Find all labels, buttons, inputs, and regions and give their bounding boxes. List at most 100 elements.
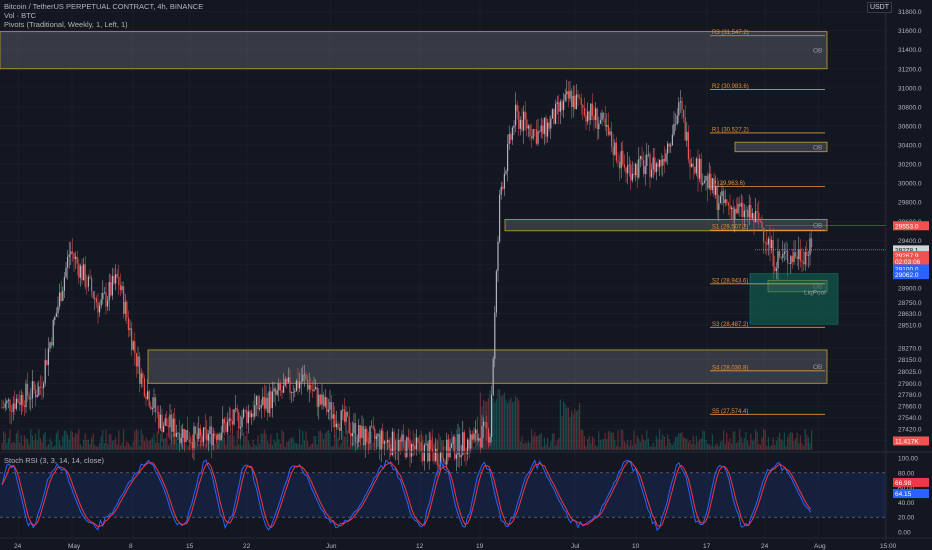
- candle-body: [246, 410, 248, 424]
- price-chart[interactable]: OBOBOBOBOBLiqPoolR3 (31,547.2)R2 (30,983…: [0, 0, 932, 550]
- volume-bar: [623, 440, 625, 450]
- candle-body: [297, 380, 299, 389]
- volume-bar: [262, 433, 264, 450]
- time-tick-label: Jun: [326, 543, 337, 550]
- volume-bar: [582, 429, 584, 450]
- candle-body: [84, 264, 86, 287]
- candle-body: [577, 94, 579, 98]
- stoch-tick-label: 20.00: [898, 515, 915, 522]
- volume-bar: [750, 433, 752, 450]
- candle-body: [319, 394, 321, 405]
- candle-body: [622, 151, 624, 165]
- candle-body: [116, 274, 118, 278]
- volume-bar: [63, 430, 65, 450]
- candle-body: [673, 123, 675, 135]
- candle-body: [259, 407, 261, 410]
- candle-body: [361, 426, 363, 438]
- volume-bar: [654, 446, 656, 450]
- candle-body: [63, 277, 65, 291]
- volume-bar: [563, 401, 565, 450]
- candle-body: [275, 388, 277, 395]
- volume-bar: [780, 439, 782, 450]
- candle-body: [276, 390, 278, 395]
- candle-body: [679, 101, 681, 103]
- candle-body: [711, 178, 713, 191]
- volume-bar: [543, 437, 545, 450]
- candle-body: [782, 253, 784, 258]
- candle-body: [339, 427, 341, 431]
- candle-body: [561, 101, 563, 111]
- volume-bar: [567, 407, 569, 450]
- volume-bar: [263, 429, 265, 450]
- stoch-tick-label: 0.00: [898, 530, 911, 537]
- order-block-label: OB: [813, 144, 822, 151]
- candle-body: [158, 411, 160, 429]
- volume-bar: [537, 436, 539, 450]
- candle-body: [359, 425, 361, 438]
- candle-body: [356, 442, 358, 443]
- candle-body: [689, 159, 691, 167]
- candle-body: [30, 398, 32, 400]
- volume-bar: [15, 433, 17, 450]
- candle-body: [766, 242, 768, 245]
- candle-body: [607, 125, 609, 135]
- candle-body: [107, 300, 109, 307]
- volume-bar: [244, 435, 246, 450]
- candle-body: [70, 251, 72, 255]
- volume-bar: [700, 438, 702, 450]
- volume-bar: [319, 430, 321, 450]
- stoch-band: [0, 472, 886, 518]
- time-tick-label: 12: [416, 543, 424, 550]
- volume-bar: [102, 429, 104, 450]
- candle-body: [764, 241, 766, 243]
- candle-body: [252, 413, 254, 417]
- time-tick-label: Aug: [814, 543, 826, 550]
- volume-bar: [9, 429, 11, 450]
- candle-body: [305, 374, 307, 380]
- candle-body: [471, 434, 473, 440]
- volume-bar: [159, 433, 161, 450]
- order-block-label: OB: [813, 364, 822, 371]
- time-tick-label: 8: [129, 543, 133, 550]
- volume-bar: [337, 437, 339, 450]
- candle-body: [183, 428, 185, 443]
- volume-bar: [124, 446, 126, 450]
- volume-bar: [630, 440, 632, 450]
- candle-body: [788, 262, 790, 264]
- candle-body: [499, 194, 501, 242]
- candle-body: [367, 442, 369, 444]
- price-tick-label: 27540.0: [898, 415, 922, 422]
- volume-bar: [646, 430, 648, 450]
- candle-body: [382, 430, 384, 444]
- candle-body: [327, 409, 329, 412]
- candle-body: [708, 173, 710, 189]
- volume-bar: [4, 432, 6, 450]
- candle-body: [515, 104, 517, 126]
- volume-bar: [503, 392, 505, 450]
- volume-bar: [652, 442, 654, 450]
- volume-bar: [131, 446, 133, 450]
- volume-bar: [508, 400, 510, 450]
- volume-bar: [702, 430, 704, 450]
- candle-body: [159, 414, 161, 429]
- volume-bar: [723, 430, 725, 450]
- candle-body: [220, 432, 222, 440]
- volume-bar: [587, 438, 589, 450]
- volume-bar: [612, 432, 614, 450]
- candle-body: [771, 240, 773, 249]
- currency-badge[interactable]: USDT: [866, 2, 892, 13]
- candle-body: [369, 426, 371, 444]
- volume-bar: [35, 433, 37, 450]
- volume-bar: [83, 439, 85, 450]
- candle-body: [803, 262, 805, 265]
- candle-body: [137, 356, 139, 367]
- candle-body: [615, 142, 617, 161]
- price-tick-label: 28510.0: [898, 323, 922, 330]
- volume-bar: [316, 444, 318, 450]
- candle-body: [92, 291, 94, 299]
- candle-body: [473, 433, 475, 440]
- volume-bar: [233, 435, 235, 450]
- volume-bar: [721, 440, 723, 450]
- volume-bar: [284, 446, 286, 450]
- volume-bar: [116, 444, 118, 450]
